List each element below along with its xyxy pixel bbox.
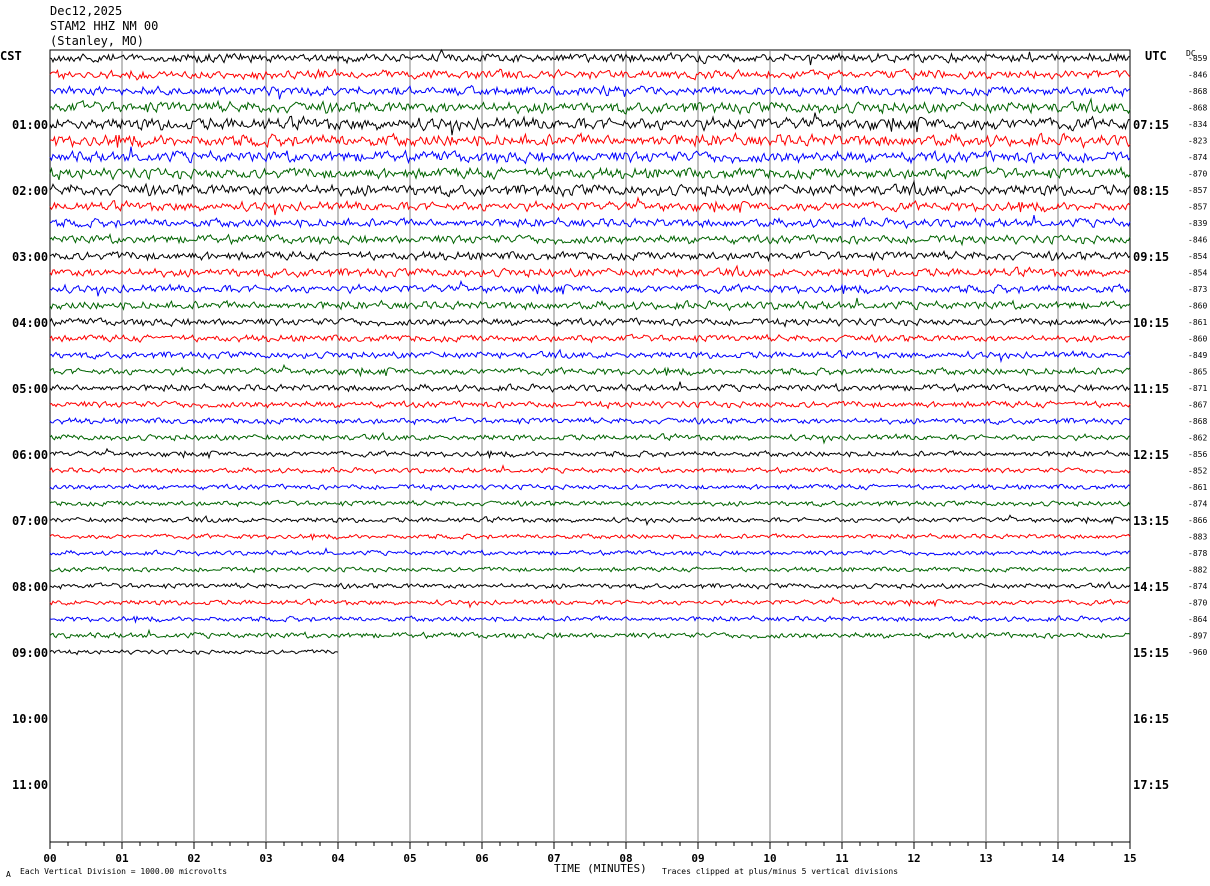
seismic-trace <box>49 214 1131 230</box>
dc-offset-label: -839 <box>1188 219 1207 228</box>
dc-offset-label: -874 <box>1188 582 1207 591</box>
dc-offset-label: -859 <box>1188 54 1207 63</box>
dc-offset-label: -864 <box>1188 615 1207 624</box>
x-axis-title: TIME (MINUTES) <box>554 862 647 875</box>
seismic-trace <box>49 84 1131 100</box>
seismic-trace <box>49 48 1131 66</box>
seismic-trace <box>49 348 1131 364</box>
dc-offset-label: -861 <box>1188 318 1207 327</box>
dc-offset-label: -846 <box>1188 71 1207 80</box>
x-tick-label: 11 <box>835 852 849 865</box>
x-tick-label: 12 <box>907 852 920 865</box>
dc-offset-label: -868 <box>1188 104 1207 113</box>
seismic-trace <box>49 615 1131 624</box>
corner-mark: A <box>6 870 11 879</box>
dc-offset-label: -860 <box>1188 335 1207 344</box>
dc-offset-label: -870 <box>1188 170 1207 179</box>
seismic-trace <box>49 628 1131 640</box>
dc-offset-label: -852 <box>1188 467 1207 476</box>
seismic-trace <box>49 333 1131 344</box>
seismic-trace <box>50 514 1131 527</box>
x-tick-label: 15 <box>1123 852 1136 865</box>
seismic-trace <box>49 68 1131 81</box>
dc-offset-label: -874 <box>1188 153 1207 162</box>
seismic-trace <box>49 447 1130 460</box>
seismic-trace <box>49 400 1131 410</box>
seismic-trace <box>49 264 1131 279</box>
dc-offset-label: -873 <box>1188 285 1207 294</box>
dc-offset-label: -834 <box>1188 120 1207 129</box>
dc-offset-label: -882 <box>1188 566 1207 575</box>
dc-offset-label: -846 <box>1188 236 1207 245</box>
x-tick-label: 05 <box>403 852 416 865</box>
dc-offset-label: -883 <box>1188 533 1207 542</box>
dc-offset-label: -860 <box>1188 302 1207 311</box>
seismic-trace <box>49 196 1131 216</box>
plot-frame <box>49 49 1131 843</box>
seismic-trace <box>49 581 1131 590</box>
seismic-trace <box>49 381 1131 393</box>
seismogram-plot: 00 01 02 03 04 05 06 07 08 09 10 11 12 13 14 15-859-846… <box>43 48 1207 865</box>
seismic-trace <box>49 179 1131 198</box>
dc-offset-label: -857 <box>1188 203 1207 212</box>
seismic-trace <box>49 363 1131 378</box>
dc-offset-label: -866 <box>1188 516 1207 525</box>
x-tick-label: 10 <box>763 852 776 865</box>
seismic-trace <box>49 112 1131 136</box>
dc-offset-label: -823 <box>1188 137 1207 146</box>
dc-offset-label: -867 <box>1188 401 1207 410</box>
seismic-trace <box>49 166 1131 181</box>
seismic-trace <box>49 317 1131 328</box>
dc-offset-label: -870 <box>1188 599 1207 608</box>
seismic-trace <box>49 232 1131 247</box>
seismic-trace <box>49 97 1131 116</box>
seismic-trace <box>49 483 1131 492</box>
x-tick-label: 02 <box>187 852 200 865</box>
dc-offset-label: -849 <box>1188 351 1207 360</box>
dc-offset-label: -854 <box>1188 269 1207 278</box>
seismic-trace <box>49 499 1131 508</box>
dc-offset-label: -874 <box>1188 500 1207 509</box>
seismic-trace <box>49 249 1131 263</box>
seismic-trace <box>49 131 1131 149</box>
dc-offset-label: -960 <box>1188 648 1207 657</box>
seismic-trace <box>49 464 1131 475</box>
seismic-trace <box>49 596 1131 609</box>
x-tick-label: 13 <box>979 852 992 865</box>
x-tick-label: 03 <box>259 852 272 865</box>
dc-offset-label: -854 <box>1188 252 1207 261</box>
x-tick-label: 00 <box>43 852 56 865</box>
seismic-trace <box>49 431 1131 445</box>
dc-offset-label: -861 <box>1188 483 1207 492</box>
x-tick-label: 09 <box>691 852 704 865</box>
dc-offset-label: -871 <box>1188 384 1207 393</box>
x-tick-label: 01 <box>115 852 129 865</box>
dc-offset-label: -857 <box>1188 186 1207 195</box>
dc-offset-label: -865 <box>1188 368 1207 377</box>
seismic-trace <box>49 532 1131 542</box>
seismic-trace <box>49 566 1131 574</box>
x-tick-label: 14 <box>1051 852 1065 865</box>
dc-offset-label: -862 <box>1188 434 1207 443</box>
clip-note: Traces clipped at plus/minus 5 vertical … <box>662 867 899 876</box>
seismic-trace <box>49 279 1131 297</box>
x-tick-label: 06 <box>475 852 489 865</box>
x-tick-label: 04 <box>331 852 345 865</box>
seismic-trace <box>49 297 1131 312</box>
seismic-trace <box>49 547 1131 557</box>
dc-offset-label: -868 <box>1188 87 1207 96</box>
seismic-trace <box>49 416 1131 426</box>
dc-offset-label: -897 <box>1188 632 1207 641</box>
dc-offset-label: -878 <box>1188 549 1207 558</box>
scale-note: Each Vertical Division = 1000.00 microvo… <box>20 867 228 876</box>
dc-offset-label: -856 <box>1188 450 1207 459</box>
seismic-trace <box>49 146 1131 165</box>
dc-offset-label: -868 <box>1188 417 1207 426</box>
